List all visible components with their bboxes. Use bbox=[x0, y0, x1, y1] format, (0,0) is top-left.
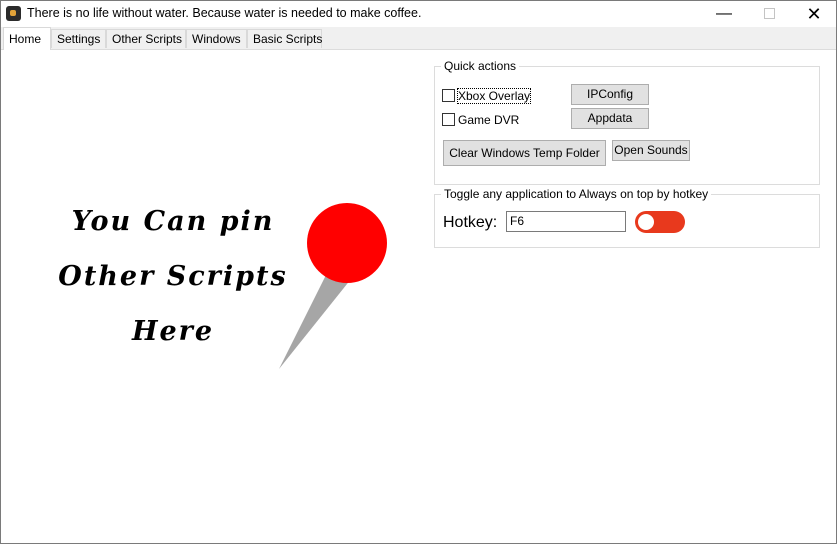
appdata-button[interactable]: Appdata bbox=[571, 108, 649, 129]
xbox-overlay-label: Xbox Overlay bbox=[456, 87, 532, 104]
title-bar[interactable]: There is no life without water. Because … bbox=[1, 1, 836, 27]
game-dvr-checkbox[interactable]: Game DVR bbox=[442, 111, 519, 127]
xbox-overlay-checkbox[interactable]: Xbox Overlay bbox=[442, 87, 532, 104]
tab-strip: Home Settings Other Scripts Windows Basi… bbox=[1, 27, 836, 50]
maximize-button[interactable] bbox=[746, 1, 792, 27]
hotkey-label: Hotkey: bbox=[443, 214, 498, 231]
maximize-icon bbox=[763, 8, 775, 20]
pin-needle bbox=[279, 269, 351, 369]
tab-basic-scripts[interactable]: Basic Scripts bbox=[247, 29, 322, 48]
game-dvr-label: Game DVR bbox=[458, 112, 520, 127]
always-on-top-group: Toggle any application to Always on top … bbox=[434, 187, 820, 248]
pin-head bbox=[307, 203, 387, 283]
toggle-knob bbox=[638, 214, 654, 230]
tab-home[interactable]: Home bbox=[3, 27, 51, 50]
checkbox-box[interactable] bbox=[442, 113, 455, 127]
quick-actions-legend: Quick actions bbox=[441, 59, 520, 73]
always-on-top-legend: Toggle any application to Always on top … bbox=[441, 187, 712, 201]
close-button[interactable]: ✕ bbox=[791, 1, 836, 27]
pushpin-icon bbox=[279, 203, 387, 369]
open-sounds-button[interactable]: Open Sounds bbox=[612, 140, 690, 161]
app-coffee-icon bbox=[6, 6, 21, 21]
quick-actions-group: Quick actions Xbox Overlay Game DVR IPCo… bbox=[434, 59, 820, 185]
tab-windows[interactable]: Windows bbox=[186, 29, 247, 48]
tab-settings[interactable]: Settings bbox=[51, 29, 106, 48]
checkbox-box[interactable] bbox=[442, 89, 455, 103]
app-window: There is no life without water. Because … bbox=[0, 0, 837, 544]
always-on-top-toggle[interactable] bbox=[635, 211, 685, 233]
minimize-button[interactable]: — bbox=[701, 1, 747, 27]
clear-temp-folder-button[interactable]: Clear Windows Temp Folder bbox=[443, 140, 606, 166]
hotkey-input[interactable]: F6 bbox=[506, 211, 626, 232]
ipconfig-button[interactable]: IPConfig bbox=[571, 84, 649, 105]
window-title: There is no life without water. Because … bbox=[27, 6, 422, 20]
tab-other-scripts[interactable]: Other Scripts bbox=[106, 29, 186, 48]
